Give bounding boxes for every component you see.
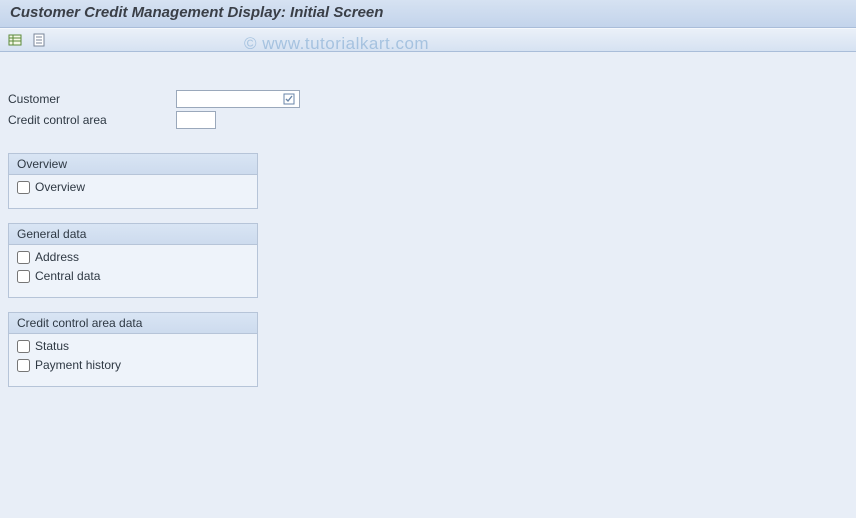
group-overview: Overview Overview [8, 153, 258, 209]
page-title: Customer Credit Management Display: Init… [10, 4, 846, 21]
checkbox-central-data[interactable] [17, 270, 30, 283]
customer-row: Customer [8, 90, 848, 108]
customer-input[interactable] [176, 90, 300, 108]
credit-control-area-label: Credit control area [8, 113, 176, 127]
check-row-central-data: Central data [9, 266, 257, 283]
checkbox-overview[interactable] [17, 181, 30, 194]
group-title-ccad: Credit control area data [9, 313, 257, 334]
check-row-payment-history: Payment history [9, 355, 257, 372]
table-green-icon [7, 32, 23, 48]
checkbox-label-payment-history: Payment history [35, 358, 121, 372]
application-toolbar [0, 28, 856, 52]
content-area: Customer Credit control area Overview Ov… [0, 52, 856, 409]
checkbox-status[interactable] [17, 340, 30, 353]
checkbox-label-central-data: Central data [35, 269, 100, 283]
credit-control-area-input[interactable] [176, 111, 216, 129]
texts-button[interactable] [30, 31, 48, 49]
groups-container: Overview Overview General data Address C… [8, 153, 848, 387]
checkbox-address[interactable] [17, 251, 30, 264]
credit-control-area-row: Credit control area [8, 111, 848, 129]
admin-data-button[interactable] [6, 31, 24, 49]
check-row-status: Status [9, 336, 257, 353]
document-icon [31, 32, 47, 48]
check-row-address: Address [9, 247, 257, 264]
customer-label: Customer [8, 92, 176, 106]
group-title-general-data: General data [9, 224, 257, 245]
checkbox-label-status: Status [35, 339, 69, 353]
check-row-overview: Overview [9, 177, 257, 194]
checkbox-label-overview: Overview [35, 180, 85, 194]
group-title-overview: Overview [9, 154, 257, 175]
group-credit-control-area-data: Credit control area data Status Payment … [8, 312, 258, 387]
checkbox-payment-history[interactable] [17, 359, 30, 372]
group-general-data: General data Address Central data [8, 223, 258, 298]
checkbox-label-address: Address [35, 250, 79, 264]
title-bar: Customer Credit Management Display: Init… [0, 0, 856, 28]
